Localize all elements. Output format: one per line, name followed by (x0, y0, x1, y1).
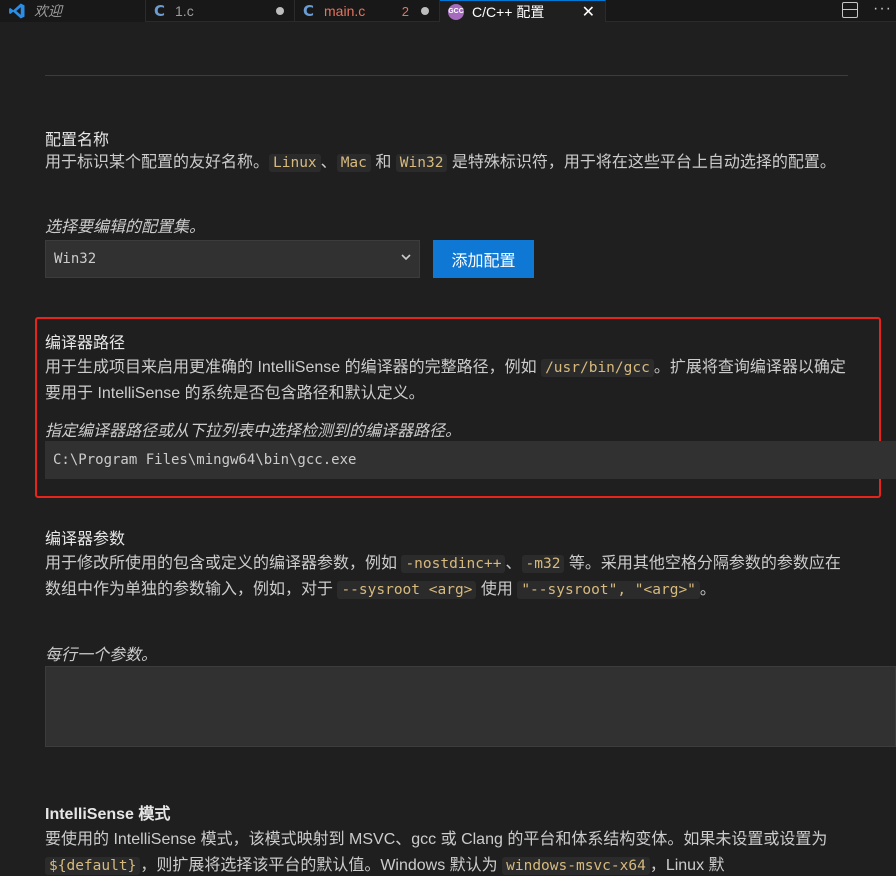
compiler-args-hint: 每行一个参数。 (45, 647, 158, 664)
config-name-hint: 选择要编辑的配置集。 (45, 219, 206, 236)
close-icon[interactable]: ✕ (582, 2, 595, 22)
c-file-icon: C (154, 2, 166, 20)
compiler-args-textarea[interactable] (45, 666, 896, 747)
unsaved-dot-icon[interactable] (421, 7, 429, 15)
tab-label: 欢迎 (34, 3, 62, 19)
more-actions-icon[interactable]: ··· (873, 0, 892, 18)
intellisense-mode-title: IntelliSense 模式 (45, 806, 171, 823)
tab-main-c[interactable]: C main.c 2 (295, 0, 440, 22)
problem-count-badge: 2 (401, 3, 409, 19)
compiler-path-input[interactable]: C:\Program Files\mingw64\bin\gcc.exe (45, 441, 896, 479)
chevron-down-icon (401, 254, 411, 261)
divider (45, 75, 848, 76)
split-editor-icon[interactable] (842, 2, 858, 18)
editor-tab-bar: 欢迎 C 1.c C main.c 2 GCC C/C++ 配置 ✕ ··· (0, 0, 896, 22)
tab-label: 1.c (175, 3, 194, 19)
compiler-args-title: 编译器参数 (45, 531, 126, 548)
tab-1-c[interactable]: C 1.c (146, 0, 295, 22)
config-select[interactable]: Win32 (45, 240, 420, 278)
tab-welcome[interactable]: 欢迎 (0, 0, 146, 22)
config-name-description: 用于标识某个配置的友好名称。 Linux、 Mac 和 Win32 是特殊标识符，用… (45, 154, 836, 172)
vscode-icon (9, 3, 25, 19)
c-file-icon: C (303, 2, 315, 20)
config-name-title: 配置名称 (45, 132, 110, 149)
unsaved-dot-icon[interactable] (276, 7, 284, 15)
add-configuration-button[interactable]: 添加配置 (433, 240, 534, 278)
compiler-path-description: 用于生成项目来启用更准确的 IntelliSense 的编译器的完整路径，例如 … (45, 359, 846, 402)
gcc-icon: GCC (448, 3, 464, 20)
settings-content: 配置名称 用于标识某个配置的友好名称。 Linux、 Mac 和 Win32 是特殊… (0, 22, 896, 876)
compiler-args-description: 用于修改所使用的包含或定义的编译器参数，例如 -nostdinc++、 -m32 … (45, 555, 841, 599)
tab-label: C/C++ 配置 (472, 3, 545, 20)
config-select-value: Win32 (54, 251, 97, 267)
intellisense-mode-description: 要使用的 IntelliSense 模式，该模式映射到 MSVC、gcc 或 C… (45, 831, 828, 875)
tab-cpp-config[interactable]: GCC C/C++ 配置 ✕ (440, 0, 606, 22)
compiler-path-hint: 指定编译器路径或从下拉列表中选择检测到的编译器路径。 (45, 423, 462, 440)
compiler-path-title: 编译器路径 (45, 335, 126, 352)
tab-label: main.c (324, 3, 366, 19)
